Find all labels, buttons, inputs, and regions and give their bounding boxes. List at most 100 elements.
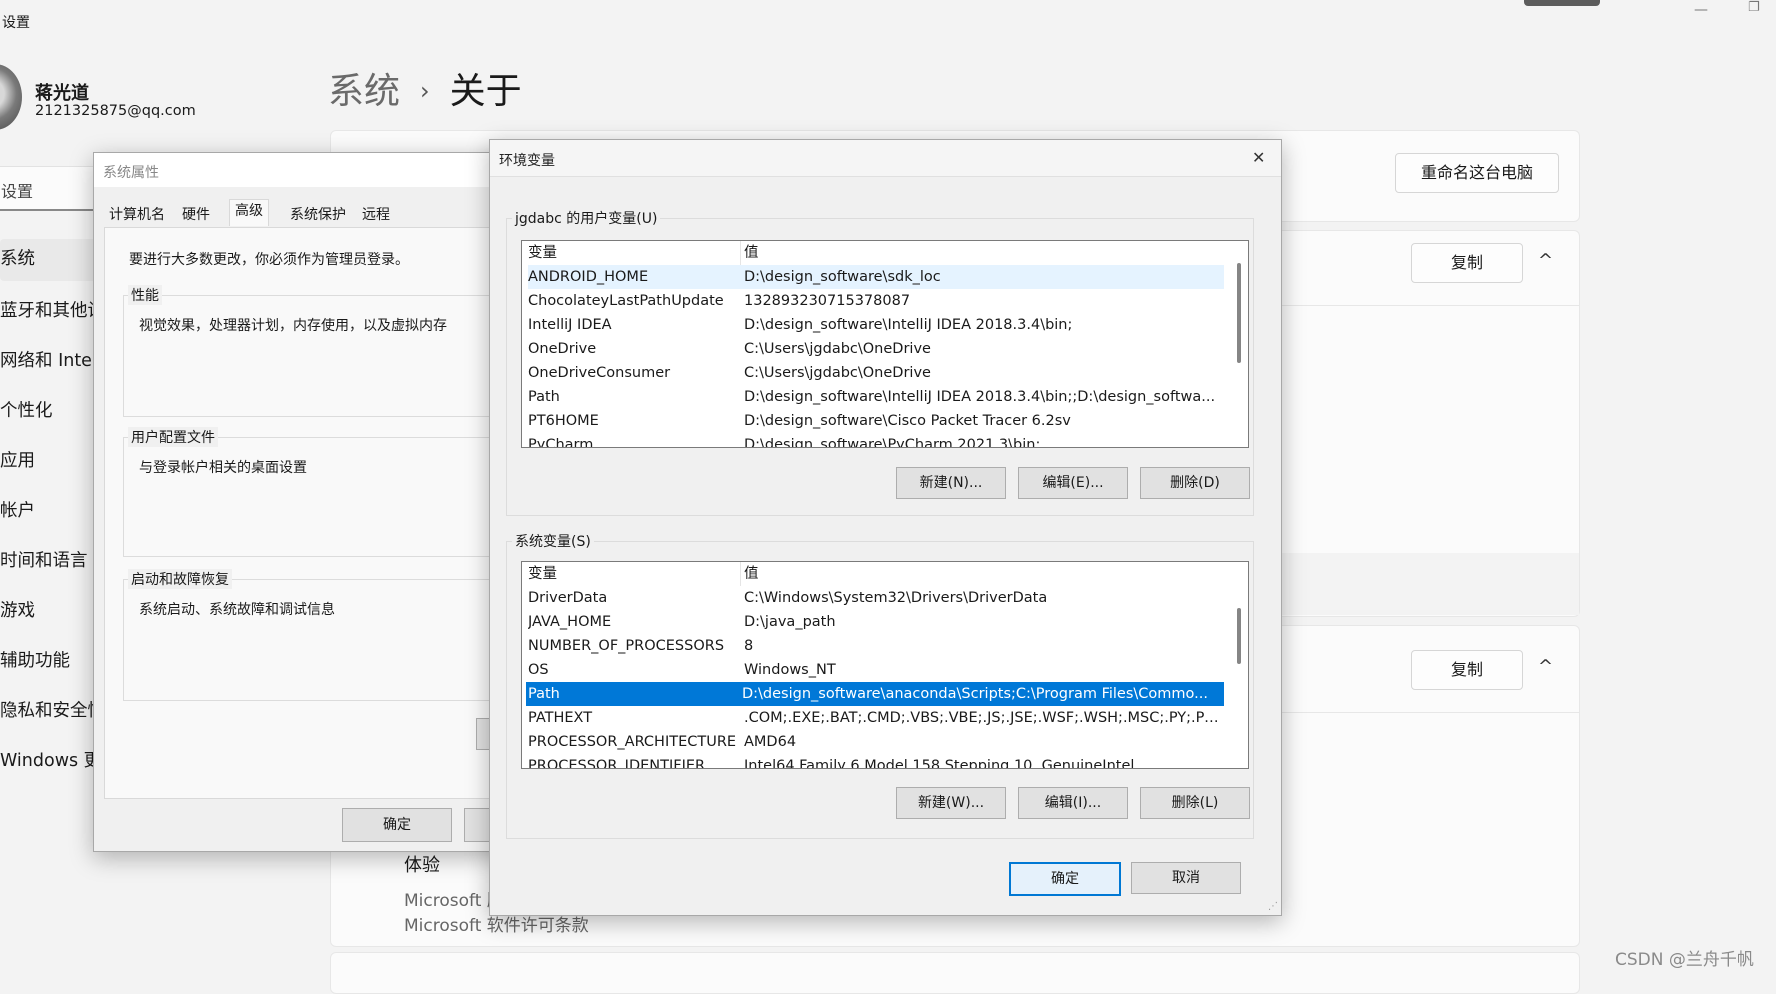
user-email: 2121325875@qq.com xyxy=(35,103,196,119)
table-row[interactable]: PROCESSOR_IDENTIFIER Intel64 Family 6 Mod… xyxy=(528,754,1224,769)
copy-windows-specs-button[interactable]: 复制 xyxy=(1411,650,1523,690)
chevron-up-icon[interactable]: ^ xyxy=(1538,656,1553,677)
performance-group xyxy=(123,295,495,417)
var-value: C:\Users\jgdabc\OneDrive xyxy=(744,365,931,381)
var-name: PT6HOME xyxy=(528,413,599,429)
col-header-variable[interactable]: 变量 xyxy=(528,562,738,586)
user-name: 蒋光道 xyxy=(35,83,89,104)
copy-specs-button[interactable]: 复制 xyxy=(1411,243,1523,283)
system-new-button[interactable]: 新建(W)... xyxy=(896,787,1006,819)
user-new-button[interactable]: 新建(N)... xyxy=(896,467,1006,499)
var-value: .COM;.EXE;.BAT;.CMD;.VBS;.VBE;.JS;.JSE;.… xyxy=(744,710,1220,726)
sysprop-ok-button[interactable]: 确定 xyxy=(342,808,452,842)
nav-item-windows-update[interactable]: Windows 更新 xyxy=(0,742,96,780)
experience-label: 体验 xyxy=(404,855,440,876)
table-row[interactable]: PROCESSOR_ARCHITECTURE AMD64 xyxy=(528,730,1224,754)
breadcrumb-separator: › xyxy=(420,77,430,105)
table-row[interactable]: ChocolateyLastPathUpdate 1328932307153780… xyxy=(528,289,1224,313)
titlebar-indicator xyxy=(1524,0,1600,6)
col-header-variable[interactable]: 变量 xyxy=(528,241,738,265)
scrollbar-thumb[interactable] xyxy=(1237,608,1241,664)
cancel-button[interactable]: 取消 xyxy=(1131,862,1241,894)
scrollbar-thumb[interactable] xyxy=(1237,263,1241,363)
tab-system-protection[interactable]: 系统保护 xyxy=(285,204,351,226)
list-header: 变量 值 xyxy=(528,562,1224,586)
tab-advanced[interactable]: 高级 xyxy=(229,199,269,226)
scrollbar[interactable] xyxy=(1230,241,1248,447)
var-value: D:\design_software\sdk_loc xyxy=(744,269,941,285)
table-row-selected[interactable]: Path D:\design_software\anaconda\Scripts;… xyxy=(526,682,1224,706)
table-row[interactable]: DriverData C:\Windows\System32\Drivers\Dr… xyxy=(528,586,1224,610)
table-row[interactable]: PT6HOME D:\design_software\Cisco Packet T… xyxy=(528,409,1224,433)
var-name: Path xyxy=(528,686,560,702)
nav-item-time-language[interactable]: 时间和语言 xyxy=(0,542,96,580)
list-header: 变量 值 xyxy=(528,241,1224,265)
watermark: CSDN @兰舟千帆 xyxy=(1615,950,1754,970)
var-value: D:\java_path xyxy=(744,614,836,630)
startup-recovery-desc: 系统启动、系统故障和调试信息 xyxy=(139,602,335,618)
tab-hardware[interactable]: 硬件 xyxy=(177,204,215,226)
scrollbar[interactable] xyxy=(1230,562,1248,768)
var-value: D:\design_software\anaconda\Scripts;C:\P… xyxy=(742,686,1208,702)
nav-item-privacy[interactable]: 隐私和安全性 xyxy=(0,692,96,730)
close-icon[interactable]: ✕ xyxy=(1252,148,1265,167)
system-variables-title: 系统变量(S) xyxy=(512,531,594,551)
tab-remote[interactable]: 远程 xyxy=(357,204,395,226)
table-row[interactable]: OS Windows_NT xyxy=(528,658,1224,682)
col-header-value[interactable]: 值 xyxy=(744,562,1220,586)
nav-item-gaming[interactable]: 游戏 xyxy=(0,592,96,630)
system-variables-list[interactable]: 变量 值 DriverData C:\Windows\System32\Drive… xyxy=(521,561,1249,769)
table-row[interactable]: IntelliJ IDEA D:\design_software\IntelliJ… xyxy=(528,313,1224,337)
user-variables-title: jgdabc 的用户变量(U) xyxy=(512,208,661,228)
table-row[interactable]: NUMBER_OF_PROCESSORS 8 xyxy=(528,634,1224,658)
nav-item-system[interactable]: 系统 xyxy=(0,240,96,278)
var-value: AMD64 xyxy=(744,734,797,750)
nav-item-apps[interactable]: 应用 xyxy=(0,442,96,480)
table-row[interactable]: PATHEXT .COM;.EXE;.BAT;.CMD;.VBS;.VBE;.JS… xyxy=(528,706,1224,730)
minimize-icon[interactable]: — xyxy=(1694,2,1708,18)
var-value: D:\design_software\IntelliJ IDEA 2018.3.… xyxy=(744,317,1073,333)
breadcrumb-parent[interactable]: 系统 xyxy=(328,71,400,112)
avatar[interactable] xyxy=(0,64,22,130)
var-name: JAVA_HOME xyxy=(528,614,612,630)
rename-pc-button[interactable]: 重命名这台电脑 xyxy=(1395,153,1559,193)
var-name: PROCESSOR_IDENTIFIER xyxy=(528,758,706,769)
environment-variables-dialog: 环境变量 ✕ jgdabc 的用户变量(U) 变量 值 ANDROID_HOME… xyxy=(489,139,1282,916)
ok-button[interactable]: 确定 xyxy=(1009,862,1121,896)
var-value: C:\Windows\System32\Drivers\DriverData xyxy=(744,590,1048,606)
chevron-up-icon[interactable]: ^ xyxy=(1538,250,1553,271)
resize-grip-icon[interactable]: ⋰ xyxy=(1268,901,1278,912)
nav-item-network[interactable]: 网络和 Internet xyxy=(0,342,96,380)
user-profile-group xyxy=(123,437,495,557)
col-header-value[interactable]: 值 xyxy=(744,241,1220,265)
var-name: IntelliJ IDEA xyxy=(528,317,612,333)
system-delete-button[interactable]: 删除(L) xyxy=(1140,787,1250,819)
system-edit-button[interactable]: 编辑(I)... xyxy=(1018,787,1128,819)
user-variables-list[interactable]: 变量 值 ANDROID_HOME D:\design_software\sdk_… xyxy=(521,240,1249,448)
search-input[interactable]: 设置 xyxy=(0,166,98,211)
var-name: PATHEXT xyxy=(528,710,593,726)
var-value: 132893230715378087 xyxy=(744,293,911,309)
startup-recovery-title: 启动和故障恢复 xyxy=(128,569,232,589)
admin-note: 要进行大多数更改，你必须作为管理员登录。 xyxy=(129,252,409,268)
nav-item-personalization[interactable]: 个性化 xyxy=(0,392,96,430)
tab-computer-name[interactable]: 计算机名 xyxy=(104,204,170,226)
user-edit-button[interactable]: 编辑(E)... xyxy=(1018,467,1128,499)
user-delete-button[interactable]: 删除(D) xyxy=(1140,467,1250,499)
table-row[interactable]: PyCharm D:\design_software\PyCharm 2021.3… xyxy=(528,433,1224,447)
nav-item-accounts[interactable]: 帐户 xyxy=(0,492,96,530)
nav-item-bluetooth[interactable]: 蓝牙和其他设备 xyxy=(0,292,96,330)
table-row[interactable]: OneDrive C:\Users\jgdabc\OneDrive xyxy=(528,337,1224,361)
support-card xyxy=(330,952,1580,994)
page-title: 关于 xyxy=(449,71,522,112)
table-row[interactable]: Path D:\design_software\IntelliJ IDEA 201… xyxy=(528,385,1224,409)
nav-item-accessibility[interactable]: 辅助功能 xyxy=(0,642,96,680)
restore-icon[interactable]: ❐ xyxy=(1748,0,1762,15)
table-row[interactable]: OneDriveConsumer C:\Users\jgdabc\OneDrive xyxy=(528,361,1224,385)
table-row[interactable]: ANDROID_HOME D:\design_software\sdk_loc xyxy=(528,265,1224,289)
user-profile-desc: 与登录帐户相关的桌面设置 xyxy=(139,460,307,476)
table-row[interactable]: JAVA_HOME D:\java_path xyxy=(528,610,1224,634)
performance-desc: 视觉效果，处理器计划，内存使用，以及虚拟内存 xyxy=(139,318,447,334)
dialog-titlebar: 环境变量 ✕ xyxy=(490,140,1281,177)
dialog-titlebar: 系统属性 xyxy=(94,153,514,187)
